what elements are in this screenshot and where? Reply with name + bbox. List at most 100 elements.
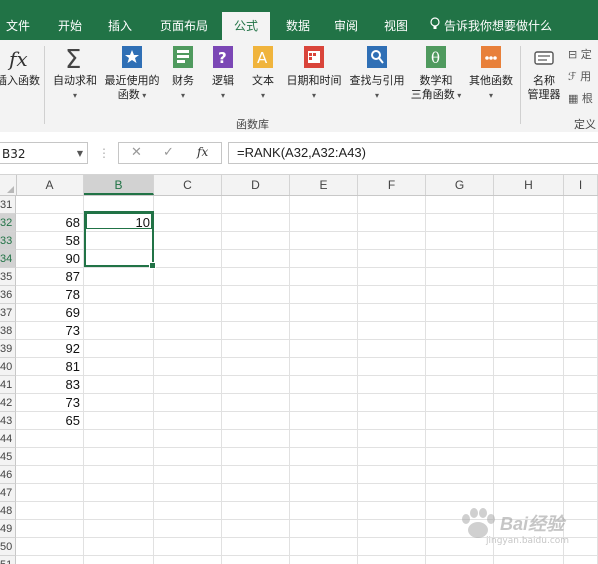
grid-cell[interactable] xyxy=(290,484,358,502)
column-header-b[interactable]: B xyxy=(84,175,154,195)
grid-cell[interactable] xyxy=(564,448,598,466)
grid-cell[interactable]: 78 xyxy=(16,286,84,304)
grid-cell[interactable] xyxy=(358,448,426,466)
grid-cell[interactable] xyxy=(154,412,222,430)
grid-cell[interactable] xyxy=(16,484,84,502)
grid-cell[interactable] xyxy=(154,358,222,376)
grid-cell[interactable] xyxy=(564,484,598,502)
grid-cell[interactable] xyxy=(358,232,426,250)
grid-cell[interactable] xyxy=(222,214,290,232)
row-header[interactable]: 37 xyxy=(0,304,16,322)
grid-cell[interactable] xyxy=(222,232,290,250)
grid-cell[interactable] xyxy=(426,466,494,484)
grid-cell[interactable] xyxy=(290,340,358,358)
grid-cell[interactable] xyxy=(494,376,564,394)
grid-cell[interactable] xyxy=(494,448,564,466)
grid-cell[interactable] xyxy=(564,412,598,430)
tab-formulas[interactable]: 公式 xyxy=(222,12,270,40)
grid-cell[interactable] xyxy=(290,232,358,250)
grid-cell[interactable]: 69 xyxy=(16,304,84,322)
grid-cell[interactable] xyxy=(358,268,426,286)
grid-cell[interactable] xyxy=(154,304,222,322)
grid-cell[interactable] xyxy=(222,376,290,394)
grid-cell[interactable] xyxy=(358,394,426,412)
grid-cell[interactable] xyxy=(564,394,598,412)
financial-button[interactable]: 财务 ▾ xyxy=(166,44,200,103)
grid-cell[interactable] xyxy=(358,340,426,358)
grid-cell[interactable] xyxy=(222,466,290,484)
name-box[interactable]: B32 ▼ xyxy=(0,142,88,164)
grid-cell[interactable] xyxy=(494,214,564,232)
grid-cell[interactable] xyxy=(222,304,290,322)
grid-cell[interactable] xyxy=(358,196,426,214)
grid-cell[interactable] xyxy=(16,448,84,466)
row-header[interactable]: 36 xyxy=(0,286,16,304)
grid-cell[interactable] xyxy=(290,250,358,268)
grid-cell[interactable] xyxy=(222,268,290,286)
grid-cell[interactable] xyxy=(564,286,598,304)
grid-cell[interactable] xyxy=(222,340,290,358)
grid-cell[interactable] xyxy=(358,502,426,520)
grid-cell[interactable]: 68 xyxy=(16,214,84,232)
grid-cell[interactable] xyxy=(426,322,494,340)
tab-home[interactable]: 开始 xyxy=(50,12,90,40)
row-header[interactable]: 50 xyxy=(0,538,16,556)
grid-cell[interactable] xyxy=(222,412,290,430)
grid-cell[interactable] xyxy=(84,484,154,502)
grid-cell[interactable] xyxy=(426,484,494,502)
grid-cell[interactable] xyxy=(426,358,494,376)
grid-cell[interactable] xyxy=(290,448,358,466)
grid-cell[interactable] xyxy=(84,466,154,484)
grid-cell[interactable] xyxy=(564,340,598,358)
grid-cell[interactable]: 83 xyxy=(16,376,84,394)
grid-cell[interactable] xyxy=(564,268,598,286)
grid-cell[interactable] xyxy=(564,214,598,232)
grid-cell[interactable] xyxy=(564,466,598,484)
formula-input[interactable]: =RANK(A32,A32:A43) xyxy=(228,142,598,164)
insert-function-icon[interactable]: fx xyxy=(197,145,208,159)
grid-cell[interactable] xyxy=(84,502,154,520)
grid-cell[interactable] xyxy=(358,304,426,322)
row-header[interactable]: 47 xyxy=(0,484,16,502)
grid-cell[interactable] xyxy=(16,196,84,214)
autosum-button[interactable]: Σ 自动求和 ▾ xyxy=(50,44,100,103)
grid-cell[interactable] xyxy=(358,520,426,538)
grid-cell[interactable] xyxy=(494,556,564,564)
row-header[interactable]: 32 xyxy=(0,214,16,232)
grid-cell[interactable] xyxy=(494,286,564,304)
row-header[interactable]: 46 xyxy=(0,466,16,484)
grid-cell[interactable] xyxy=(290,538,358,556)
grid-cell[interactable] xyxy=(154,376,222,394)
grid-cell[interactable] xyxy=(494,268,564,286)
grid-cell[interactable] xyxy=(84,304,154,322)
grid-cell[interactable] xyxy=(564,250,598,268)
grid-cell[interactable] xyxy=(358,484,426,502)
grid-cell[interactable] xyxy=(16,430,84,448)
grid-cell[interactable] xyxy=(290,376,358,394)
grid-cell[interactable] xyxy=(154,268,222,286)
grid-cell[interactable] xyxy=(358,250,426,268)
column-header-c[interactable]: C xyxy=(154,175,222,195)
more-functions-button[interactable]: 其他函数 ▾ xyxy=(466,44,516,103)
grid-cell[interactable] xyxy=(154,196,222,214)
row-header[interactable]: 43 xyxy=(0,412,16,430)
grid-cell[interactable] xyxy=(222,358,290,376)
tab-insert[interactable]: 插入 xyxy=(100,12,140,40)
lookup-reference-button[interactable]: 查找与引用 ▾ xyxy=(346,44,408,103)
grid-cell[interactable] xyxy=(290,502,358,520)
grid-cell[interactable] xyxy=(84,232,154,250)
row-header[interactable]: 49 xyxy=(0,520,16,538)
grid-cell[interactable] xyxy=(426,394,494,412)
grid-cell[interactable] xyxy=(290,268,358,286)
row-header[interactable]: 41 xyxy=(0,376,16,394)
name-manager-button[interactable]: 名称 管理器 xyxy=(524,44,564,102)
grid-cell[interactable] xyxy=(154,394,222,412)
grid-cell[interactable] xyxy=(426,286,494,304)
grid-cell[interactable] xyxy=(358,286,426,304)
grid-cell[interactable] xyxy=(154,448,222,466)
grid-cell[interactable] xyxy=(494,466,564,484)
grid-cell[interactable] xyxy=(290,466,358,484)
grid-cell[interactable] xyxy=(358,538,426,556)
grid-cell[interactable] xyxy=(154,340,222,358)
grid-cell[interactable] xyxy=(358,412,426,430)
